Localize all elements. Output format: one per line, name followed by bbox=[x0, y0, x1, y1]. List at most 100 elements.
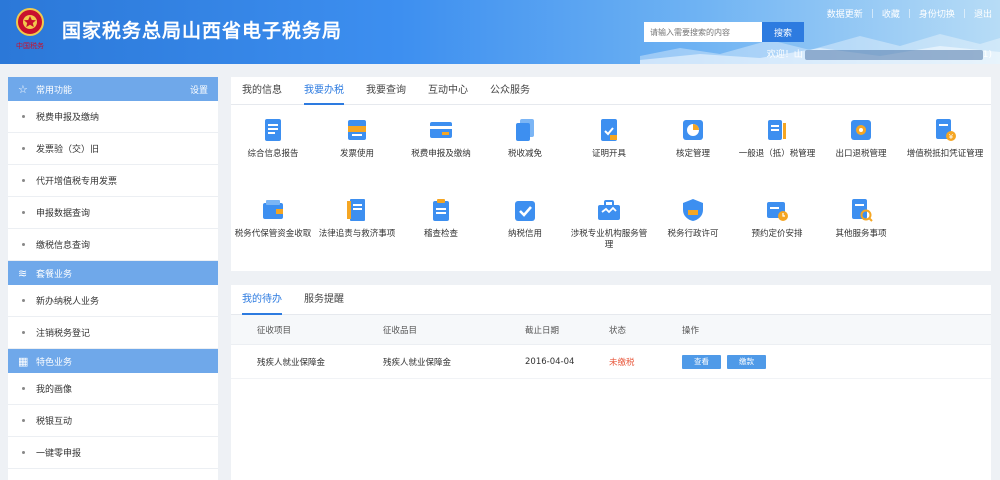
service-label: 税收减免 bbox=[507, 149, 542, 159]
grid-icon: ▦ bbox=[18, 354, 29, 368]
redacted-user-info bbox=[804, 49, 983, 60]
tab-public-service[interactable]: 公众服务 bbox=[490, 77, 530, 104]
service-label: 税务行政许可 bbox=[667, 229, 719, 239]
service-label: 一般退（抵）税管理 bbox=[738, 149, 816, 159]
service-item[interactable]: 稽查检查 bbox=[399, 197, 483, 269]
column-header: 操作 bbox=[682, 325, 700, 336]
copy-docs-icon bbox=[516, 119, 534, 141]
services-panel: 我的信息 我要办税 我要查询 互动中心 公众服务 综合信息报告 发票使用 税费申报及… bbox=[231, 77, 991, 271]
service-label: 稽查检查 bbox=[423, 229, 458, 239]
sidebar-item[interactable]: 发票验（交）旧 bbox=[8, 133, 218, 165]
svg-text:¥: ¥ bbox=[949, 133, 954, 141]
service-label: 涉税专业机构服务管理 bbox=[570, 229, 648, 250]
column-header: 征收项目 bbox=[257, 325, 292, 336]
card-icon bbox=[430, 122, 452, 138]
table-row: 残疾人就业保障金 残疾人就业保障金 2016-04-04 未缴税 查看 缴款 bbox=[231, 345, 991, 379]
tab-tax-handling[interactable]: 我要办税 bbox=[304, 77, 344, 105]
site-title: 国家税务总局山西省电子税务局 bbox=[62, 20, 343, 42]
service-item[interactable]: 发票使用 bbox=[315, 117, 399, 189]
service-item[interactable]: 预约定价安排 bbox=[735, 197, 819, 269]
service-label: 预约定价安排 bbox=[751, 229, 803, 239]
tab-my-info[interactable]: 我的信息 bbox=[242, 77, 282, 104]
wallet-icon bbox=[263, 200, 283, 219]
cell-item: 残疾人就业保障金 bbox=[257, 357, 326, 368]
tab-my-todo[interactable]: 我的待办 bbox=[242, 285, 282, 315]
briefcase-icon bbox=[598, 200, 620, 220]
todo-table-header: 征收项目 征收品目 截止日期 状态 操作 bbox=[231, 315, 991, 345]
view-button[interactable]: 查看 bbox=[682, 354, 721, 369]
cell-subitem: 残疾人就业保障金 bbox=[383, 357, 452, 368]
service-item[interactable]: ¥ 增值税抵扣凭证管理 bbox=[903, 117, 987, 189]
tax-emblem-logo: 中国税务 bbox=[16, 8, 44, 50]
service-item[interactable]: 税务行政许可 bbox=[651, 197, 735, 269]
todo-panel: 我的待办 服务提醒 征收项目 征收品目 截止日期 状态 操作 残疾人就业保障金 … bbox=[231, 285, 991, 480]
services-grid: 综合信息报告 发票使用 税费申报及缴纳 税收减免 证明开具 核定管理 一般退（抵）税管理 出口… bbox=[231, 105, 991, 269]
service-item[interactable]: 税费申报及缴纳 bbox=[399, 117, 483, 189]
badge-shield-icon bbox=[683, 199, 703, 221]
report-icon bbox=[265, 119, 281, 141]
sidebar-item[interactable]: 税银互动 bbox=[8, 405, 218, 437]
certificate-icon bbox=[601, 119, 617, 141]
favorites-link[interactable]: 收藏 bbox=[882, 7, 900, 20]
sidebar-item[interactable]: 注销税务登记 bbox=[8, 317, 218, 349]
service-label: 其他服务事项 bbox=[835, 229, 887, 239]
service-label: 税务代保管资金收取 bbox=[234, 229, 312, 239]
top-links: 数据更新 | 收藏 | 身份切换 | 退出 bbox=[826, 7, 992, 21]
service-item[interactable]: 涉税专业机构服务管理 bbox=[567, 197, 651, 269]
sidebar-item[interactable]: 我的画像 bbox=[8, 373, 218, 405]
sidebar-item[interactable]: 一键零申报 bbox=[8, 437, 218, 469]
service-item[interactable]: 核定管理 bbox=[651, 117, 735, 189]
cell-deadline: 2016-04-04 bbox=[525, 356, 575, 367]
service-label: 纳税信用 bbox=[507, 229, 542, 239]
services-tabs: 我的信息 我要办税 我要查询 互动中心 公众服务 bbox=[231, 77, 991, 105]
settings-link[interactable]: 设置 bbox=[190, 83, 208, 96]
clipboard-icon bbox=[433, 199, 449, 221]
service-label: 核定管理 bbox=[675, 149, 710, 159]
star-icon: ☆ bbox=[18, 82, 28, 96]
yen-doc-icon: ¥ bbox=[936, 119, 956, 141]
sidebar-item[interactable]: 税费申报及缴纳 bbox=[8, 101, 218, 133]
service-item[interactable]: 纳税信用 bbox=[483, 197, 567, 269]
refund-icon bbox=[768, 120, 786, 140]
service-label: 出口退税管理 bbox=[835, 149, 887, 159]
invoice-icon bbox=[348, 120, 366, 140]
service-label: 证明开具 bbox=[591, 149, 626, 159]
gear-doc-icon bbox=[851, 120, 871, 140]
service-item[interactable]: 其他服务事项 bbox=[819, 197, 903, 269]
sidebar: ☆ 常用功能 设置 税费申报及缴纳 发票验（交）旧 代开增值税专用发票 申报数据… bbox=[8, 77, 218, 480]
service-label: 发票使用 bbox=[339, 149, 374, 159]
tab-query[interactable]: 我要查询 bbox=[366, 77, 406, 104]
service-item[interactable]: 出口退税管理 bbox=[819, 117, 903, 189]
sidebar-item[interactable]: 代开增值税专用发票 bbox=[8, 165, 218, 197]
sidebar-section-special[interactable]: ▦ 特色业务 bbox=[8, 349, 218, 373]
sidebar-item[interactable]: 申报数据查询 bbox=[8, 197, 218, 229]
service-item[interactable]: 税务代保管资金收取 bbox=[231, 197, 315, 269]
header-banner: 中国税务 国家税务总局山西省电子税务局 数据更新| 收藏| 身份切换| 退出 搜… bbox=[0, 0, 1000, 64]
tab-service-reminder[interactable]: 服务提醒 bbox=[304, 285, 344, 314]
service-item[interactable]: 法律追责与救济事项 bbox=[315, 197, 399, 269]
sidebar-item[interactable]: 新办纳税人业务 bbox=[8, 285, 218, 317]
row-actions: 查看 缴款 bbox=[678, 354, 766, 369]
service-item[interactable]: 证明开具 bbox=[567, 117, 651, 189]
switch-identity-link[interactable]: 身份切换 bbox=[919, 7, 955, 20]
tab-interaction[interactable]: 互动中心 bbox=[428, 77, 468, 104]
column-header: 征收品目 bbox=[383, 325, 418, 336]
search-input[interactable] bbox=[644, 22, 762, 42]
pay-button[interactable]: 缴款 bbox=[727, 354, 766, 369]
service-item[interactable]: 综合信息报告 bbox=[231, 117, 315, 189]
pie-chart-icon bbox=[683, 120, 703, 140]
service-item[interactable]: 税收减免 bbox=[483, 117, 567, 189]
sidebar-section-common[interactable]: ☆ 常用功能 设置 bbox=[8, 77, 218, 101]
data-update-link[interactable]: 数据更新 bbox=[827, 7, 863, 20]
law-book-icon bbox=[347, 199, 365, 221]
search-button[interactable]: 搜索 bbox=[762, 22, 804, 42]
service-item[interactable]: 一般退（抵）税管理 bbox=[735, 117, 819, 189]
service-label: 综合信息报告 bbox=[247, 149, 299, 159]
svg-text:中国税务: 中国税务 bbox=[16, 41, 44, 50]
status-badge: 未缴税 bbox=[609, 357, 635, 368]
sidebar-item[interactable]: 缴税信息查询 bbox=[8, 229, 218, 261]
logout-link[interactable]: 退出 bbox=[974, 7, 992, 20]
service-label: 税费申报及缴纳 bbox=[411, 149, 471, 159]
check-shield-icon bbox=[515, 201, 535, 221]
sidebar-section-package[interactable]: ≋ 套餐业务 bbox=[8, 261, 218, 285]
